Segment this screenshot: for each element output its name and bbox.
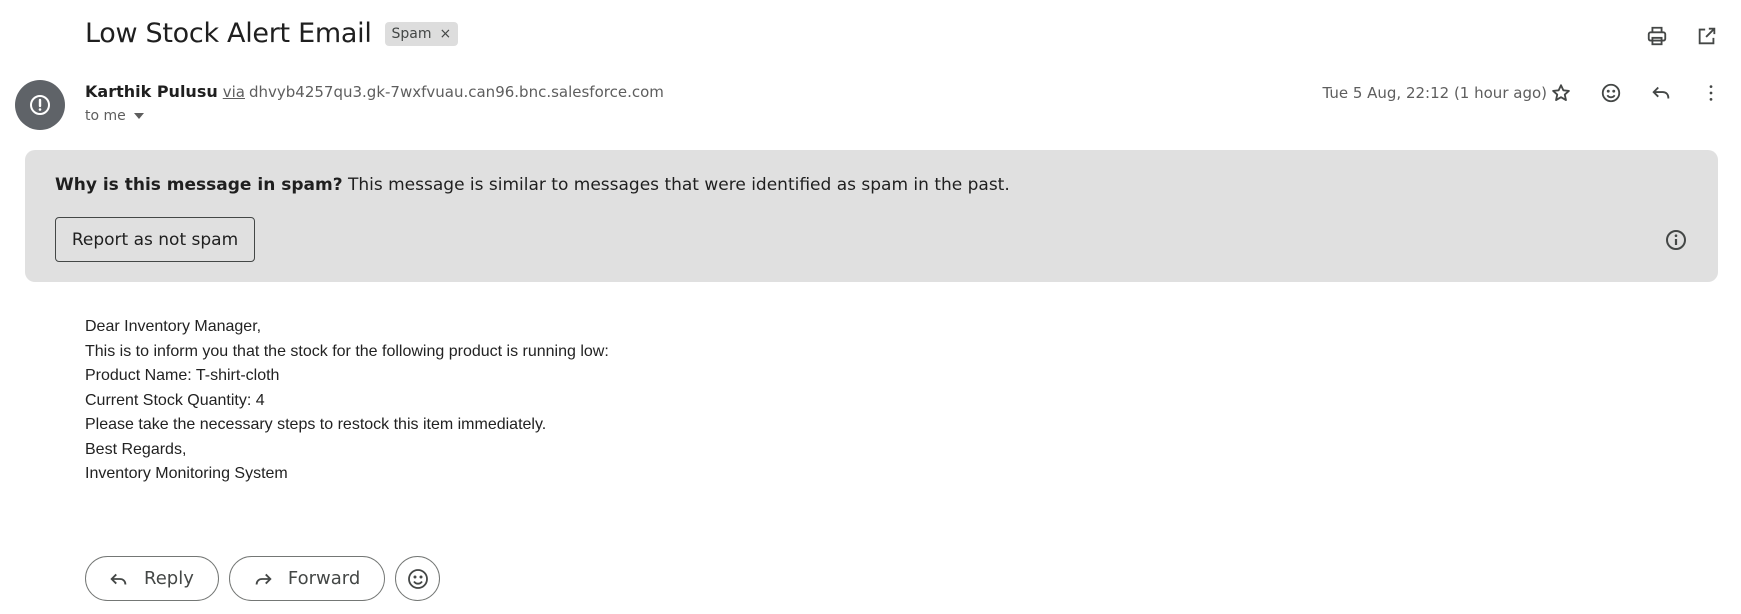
top-toolbar (1645, 24, 1719, 48)
print-icon[interactable] (1645, 24, 1669, 48)
bottom-actions: Reply Forward (85, 556, 441, 601)
email-body: Dear Inventory Manager, This is to infor… (85, 315, 609, 487)
via-domain: dhvyb4257qu3.gk-7wxfvuau.can96.bnc.sales… (248, 83, 664, 101)
body-line: This is to inform you that the stock for… (85, 342, 609, 360)
recipient-dropdown[interactable]: to me (85, 108, 144, 124)
report-not-spam-button[interactable]: Report as not spam (55, 217, 255, 262)
spam-notice-banner: Why is this message in spam? This messag… (25, 150, 1718, 282)
reply-icon[interactable] (1649, 81, 1673, 105)
forward-label: Forward (287, 568, 361, 589)
emoji-react-button[interactable] (395, 556, 441, 601)
open-in-new-window-icon[interactable] (1695, 24, 1719, 48)
body-line: Current Stock Quantity: 4 (85, 391, 265, 409)
message-actions (1549, 81, 1723, 105)
star-icon[interactable] (1549, 81, 1573, 105)
email-subject: Low Stock Alert Email (85, 18, 372, 49)
reply-label: Reply (144, 568, 194, 589)
spam-label-text: Spam (391, 25, 432, 42)
spam-notice-question: Why is this message in spam? (55, 175, 343, 195)
emoji-icon (407, 568, 428, 589)
emoji-reaction-icon[interactable] (1599, 81, 1623, 105)
spam-notice-explanation: This message is similar to messages that… (347, 175, 1010, 195)
info-icon[interactable] (1664, 228, 1688, 252)
sender-name[interactable]: Karthik Pulusu (85, 82, 218, 101)
body-line: Best Regards, (85, 440, 187, 458)
remove-label-icon[interactable]: × (440, 26, 452, 42)
forward-button[interactable]: Forward (228, 556, 386, 601)
forward-icon (255, 573, 272, 585)
spam-label-chip[interactable]: Spam × (384, 21, 459, 46)
sender-line: Karthik Pulusu via dhvyb4257qu3.gk-7wxfv… (85, 82, 664, 101)
via-link[interactable]: via (223, 83, 245, 101)
message-date: Tue 5 Aug, 22:12 (1 hour ago) (1322, 84, 1547, 102)
more-vert-icon[interactable] (1699, 81, 1723, 105)
warning-icon (30, 95, 50, 115)
body-line: Dear Inventory Manager, (85, 318, 262, 335)
subject-row: Low Stock Alert Email Spam × (85, 18, 459, 49)
body-line: Inventory Monitoring System (85, 465, 288, 482)
reply-icon (110, 573, 127, 585)
body-line: Product Name: T-shirt-cloth (85, 367, 280, 384)
sender-avatar[interactable] (15, 80, 65, 130)
chevron-down-icon (133, 113, 144, 119)
recipient-text: to me (85, 108, 126, 124)
body-line: Please take the necessary steps to resto… (85, 416, 547, 433)
reply-button[interactable]: Reply (85, 556, 219, 601)
spam-notice-text: Why is this message in spam? This messag… (55, 175, 1010, 195)
